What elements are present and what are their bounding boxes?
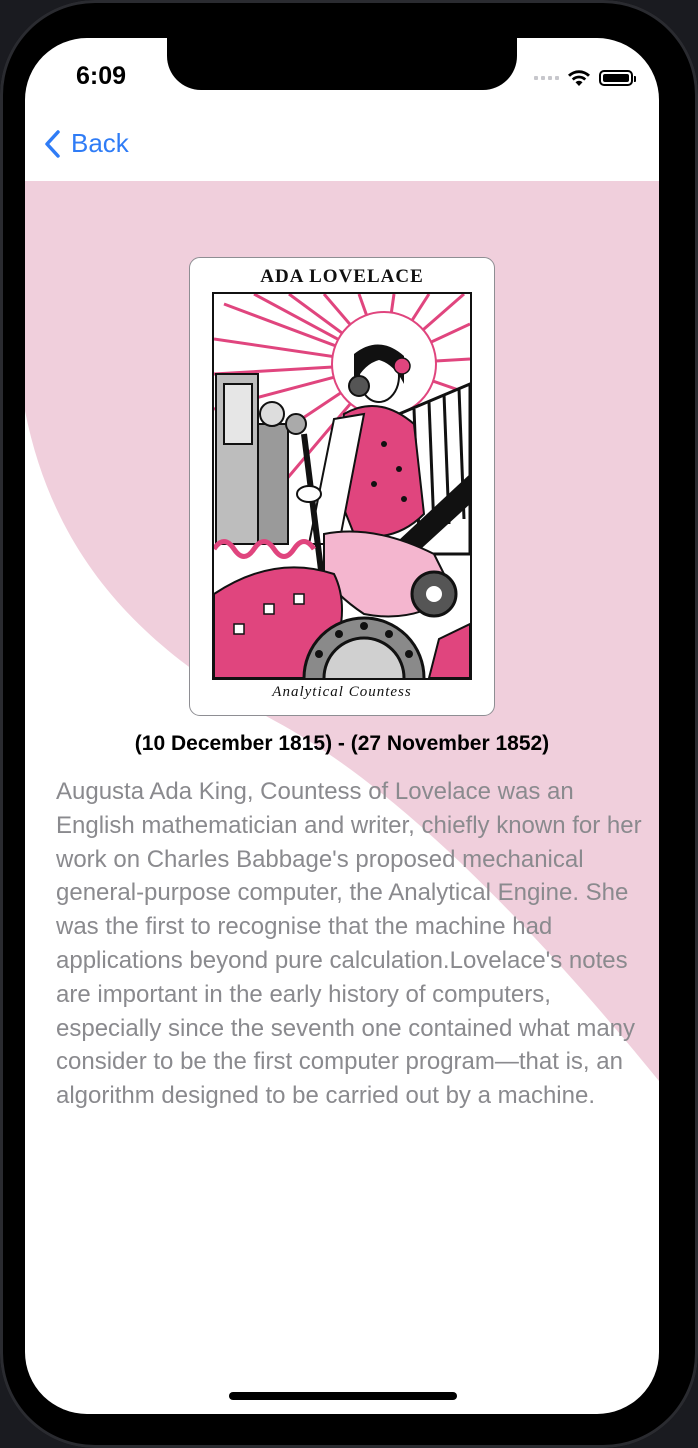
tarot-card: ADA LOVELACE Analytical Countess [189,257,495,716]
biography-text: Augusta Ada King, Countess of Lovelace w… [56,778,642,1110]
detail-content: ADA LOVELACE Analytical Countess (10 Dec… [25,181,659,1414]
home-indicator[interactable] [229,1392,457,1400]
card-title: ADA LOVELACE [260,266,424,287]
life-dates: (10 December 1815) - (27 November 1852) [134,732,550,755]
status-time: 6:09 [76,62,127,90]
status-icons [534,68,636,88]
ada-lovelace-portrait-icon [212,292,472,680]
back-button[interactable]: Back [43,128,129,159]
chevron-left-icon [45,129,60,158]
cellular-signal-icon [534,76,559,80]
notch [167,38,517,90]
screen: 6:09 Back ADA LOVELACE Analytical Counte… [25,38,659,1414]
back-label: Back [71,128,129,158]
phone-frame: 6:09 Back ADA LOVELACE Analytical Counte… [0,0,698,1448]
wifi-icon [568,70,590,86]
battery-icon [599,70,636,86]
card-caption: Analytical Countess [272,684,412,700]
